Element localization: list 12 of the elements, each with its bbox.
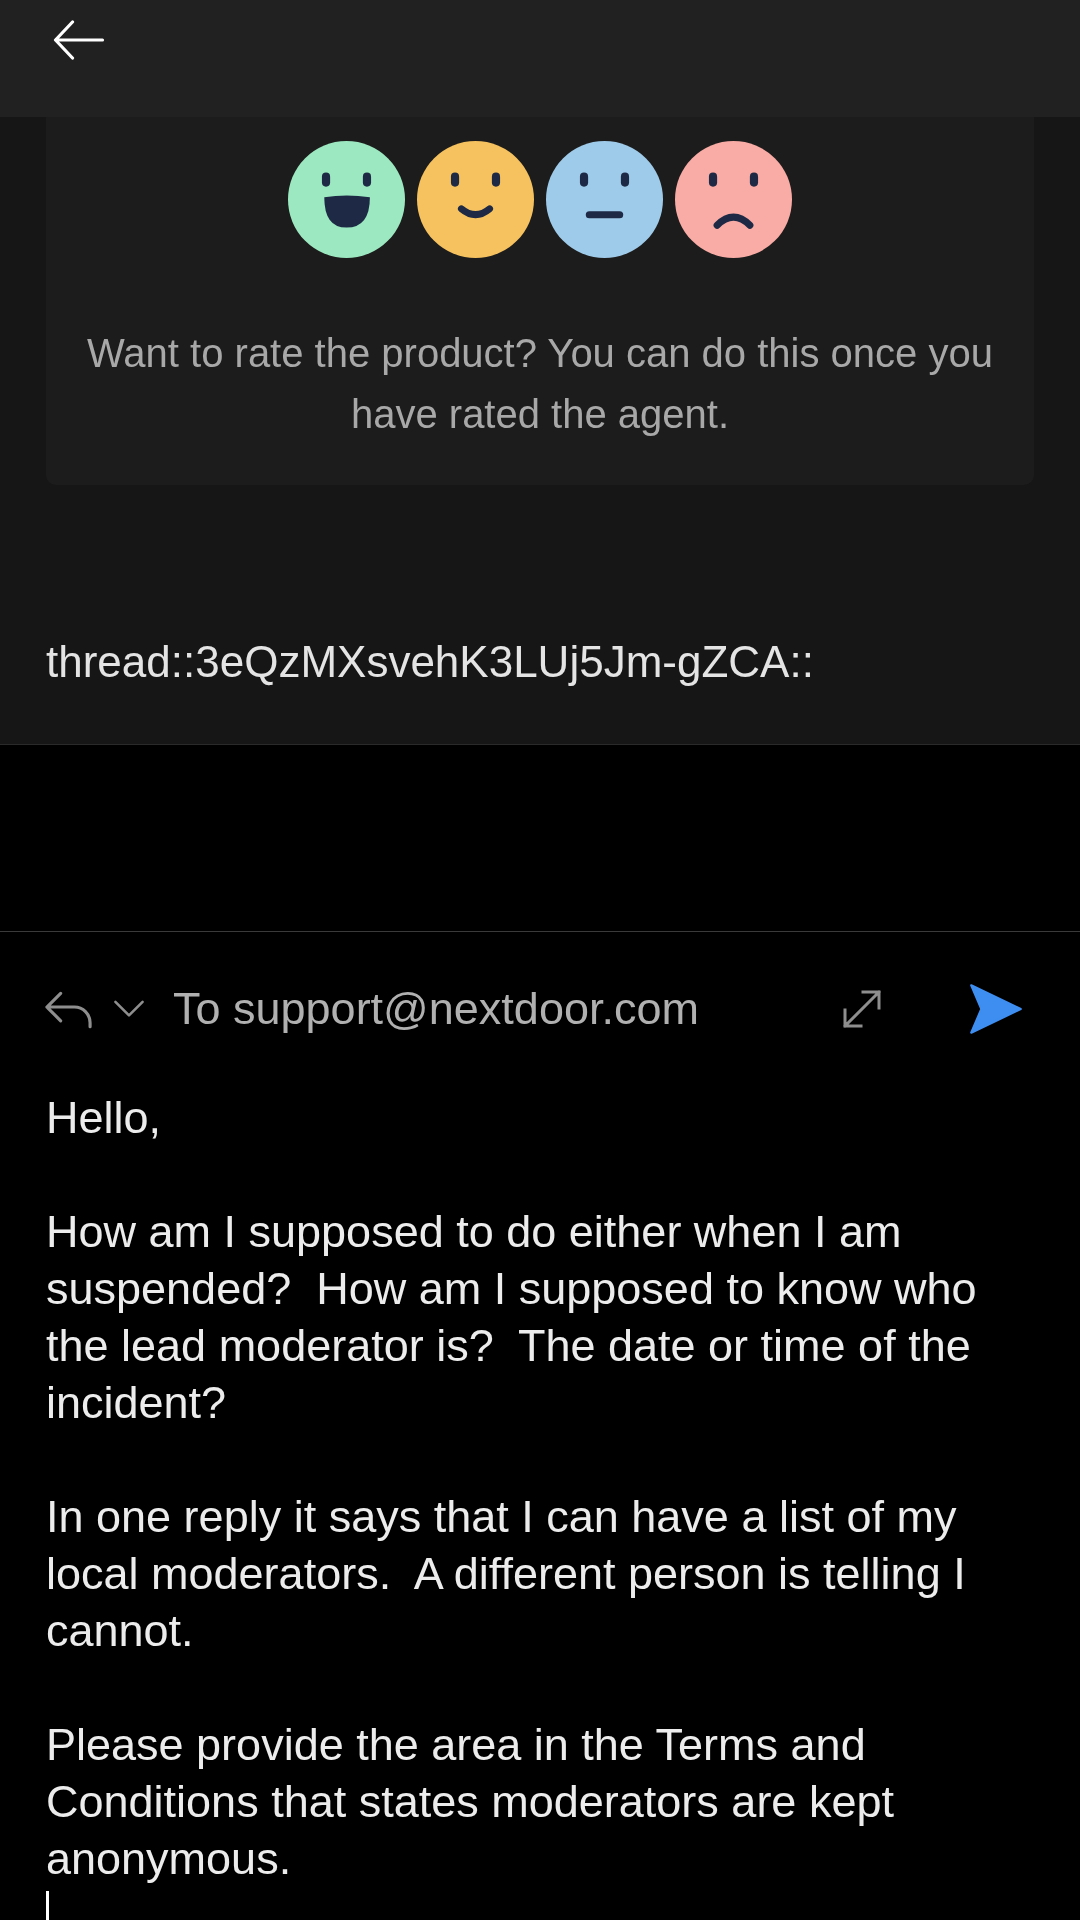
message-body-field[interactable]: Hello, How am I supposed to do either when I am suspended? How am I supposed to know who the lead moderator is? The date or time of the incident? In one reply it says that I can have a list of my local moderators. A different person is telling I cannot. Please provide the area in the Terms and Conditions that states moderators are kept anonymous. xyxy=(0,1086,1080,1920)
reply-icon[interactable] xyxy=(43,989,94,1029)
smiling-face-icon[interactable] xyxy=(417,141,534,258)
neutral-face-icon[interactable] xyxy=(546,141,663,258)
send-icon[interactable] xyxy=(968,982,1024,1036)
frowning-face-icon[interactable] xyxy=(675,141,792,258)
recipient-text: To support@nextdoor.com xyxy=(173,982,700,1036)
back-arrow-icon[interactable] xyxy=(52,20,105,60)
thread-id-text: thread::3eQzMXsvehK3LUj5Jm-gZCA:: xyxy=(46,637,815,687)
laughing-face-icon[interactable] xyxy=(288,141,405,258)
chevron-down-icon[interactable] xyxy=(113,999,145,1019)
rating-prompt-text: Want to rate the product? You can do this once you have rated the agent. xyxy=(86,330,994,438)
